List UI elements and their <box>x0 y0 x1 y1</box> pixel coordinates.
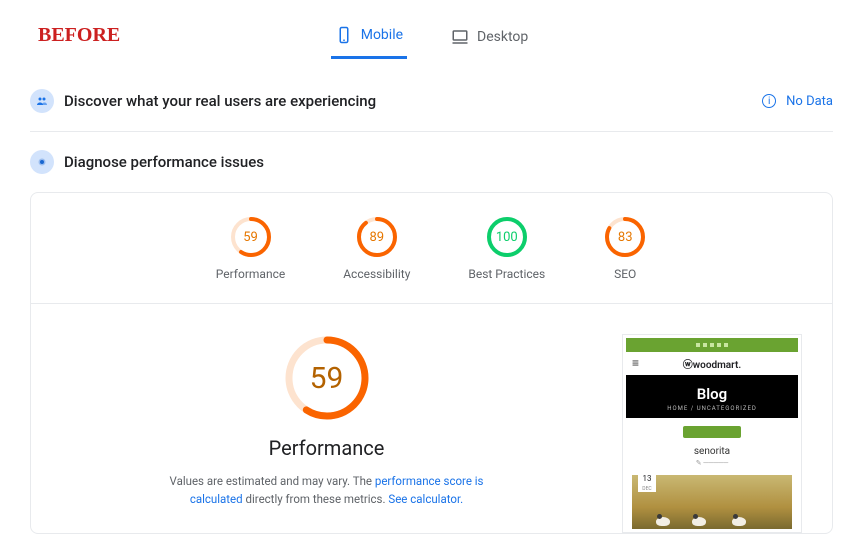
gauge-accessibility-label: Accessibility <box>343 267 410 281</box>
preview-brand: ⓦwoodmart. <box>626 352 798 375</box>
pulse-icon <box>30 150 54 174</box>
performance-note: Values are estimated and may vary. The p… <box>147 472 507 509</box>
users-icon <box>30 89 54 113</box>
diagnose-section: Diagnose performance issues <box>30 132 833 192</box>
gauge-performance-ring: 59 <box>229 215 273 259</box>
no-data-label: No Data <box>786 94 833 109</box>
gauge-performance[interactable]: 59 Performance <box>216 215 285 281</box>
preview-blog-title: Blog <box>626 385 798 403</box>
info-icon: i <box>762 94 776 108</box>
gauge-seo[interactable]: 83 SEO <box>603 215 647 281</box>
no-data-link[interactable]: i No Data <box>762 94 833 109</box>
discover-section: Discover what your real users are experi… <box>30 71 833 131</box>
gauge-best-label: Best Practices <box>468 267 545 281</box>
tab-desktop[interactable]: Desktop <box>447 20 532 59</box>
gauge-seo-score: 83 <box>603 215 647 259</box>
see-calculator-link[interactable]: See calculator. <box>388 492 463 506</box>
performance-title: Performance <box>269 436 385 460</box>
preview-date-badge: 13DEC <box>638 475 656 492</box>
before-annotation: BEFORE <box>38 24 120 47</box>
discover-title: Discover what your real users are experi… <box>64 92 752 110</box>
gauges-row: 59 Performance 89 Accessibility 100 Best… <box>31 211 832 303</box>
gauge-seo-label: SEO <box>614 267 636 281</box>
page-preview: ⓦwoodmart. Blog HOME / UNCATEGORIZED sen… <box>622 334 802 533</box>
preview-post-title: senorita <box>626 446 798 457</box>
big-gauge: 59 <box>283 334 371 422</box>
device-tabs: Mobile Desktop <box>30 0 833 71</box>
gauge-performance-score: 59 <box>229 215 273 259</box>
diagnose-title: Diagnose performance issues <box>64 153 833 171</box>
gauge-best-practices[interactable]: 100 Best Practices <box>468 215 545 281</box>
gauge-seo-ring: 83 <box>603 215 647 259</box>
gauge-performance-label: Performance <box>216 267 285 281</box>
page-root: Mobile Desktop Discover what your real u… <box>0 0 863 554</box>
tab-mobile[interactable]: Mobile <box>331 20 407 59</box>
gauge-accessibility-score: 89 <box>355 215 399 259</box>
preview-post-meta: ✎ ───── <box>626 459 798 467</box>
preview-socialbar <box>626 338 798 352</box>
tab-mobile-label: Mobile <box>361 27 403 43</box>
preview-hero: Blog HOME / UNCATEGORIZED <box>626 375 798 418</box>
gauge-accessibility-ring: 89 <box>355 215 399 259</box>
tab-desktop-label: Desktop <box>477 29 528 45</box>
gauge-best-ring: 100 <box>485 215 529 259</box>
preview-post-image: 13DEC <box>632 475 792 529</box>
gauge-best-score: 100 <box>485 215 529 259</box>
desktop-icon <box>451 28 469 46</box>
big-gauge-score: 59 <box>283 334 371 422</box>
mobile-icon <box>335 26 353 44</box>
detail-row: 59 Performance Values are estimated and … <box>31 303 832 533</box>
performance-detail: 59 Performance Values are estimated and … <box>61 334 592 533</box>
scores-card: 59 Performance 89 Accessibility 100 Best… <box>30 192 833 534</box>
gauge-accessibility[interactable]: 89 Accessibility <box>343 215 410 281</box>
preview-button <box>683 426 741 438</box>
preview-breadcrumb: HOME / UNCATEGORIZED <box>626 405 798 412</box>
